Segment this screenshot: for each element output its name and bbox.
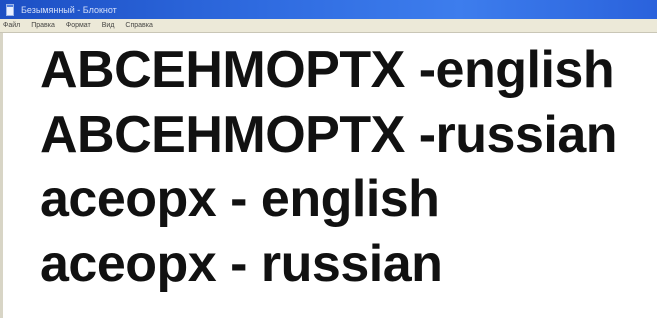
menu-file[interactable]: Файл: [3, 22, 20, 29]
text-line: aceopx - english: [40, 170, 440, 228]
menu-bar: Файл Правка Формат Вид Справка: [0, 19, 657, 33]
text-line: ABCEHMOPTX -english: [40, 41, 615, 99]
title-bar[interactable]: Безымянный - Блокнот: [0, 0, 657, 19]
text-line: ABCEHMOPTX -russian: [40, 106, 618, 164]
text-line: aceopx - russian: [40, 235, 443, 293]
menu-format[interactable]: Формат: [66, 22, 91, 29]
notepad-window: Безымянный - Блокнот Файл Правка Формат …: [0, 0, 657, 318]
window-title: Безымянный - Блокнот: [21, 4, 117, 15]
menu-view[interactable]: Вид: [102, 22, 115, 29]
text-editor-area[interactable]: ABCEHMOPTX -english ABCEHMOPTX -russian …: [0, 33, 657, 318]
notepad-icon[interactable]: [6, 3, 14, 16]
menu-edit[interactable]: Правка: [31, 22, 55, 29]
menu-help[interactable]: Справка: [125, 22, 152, 29]
